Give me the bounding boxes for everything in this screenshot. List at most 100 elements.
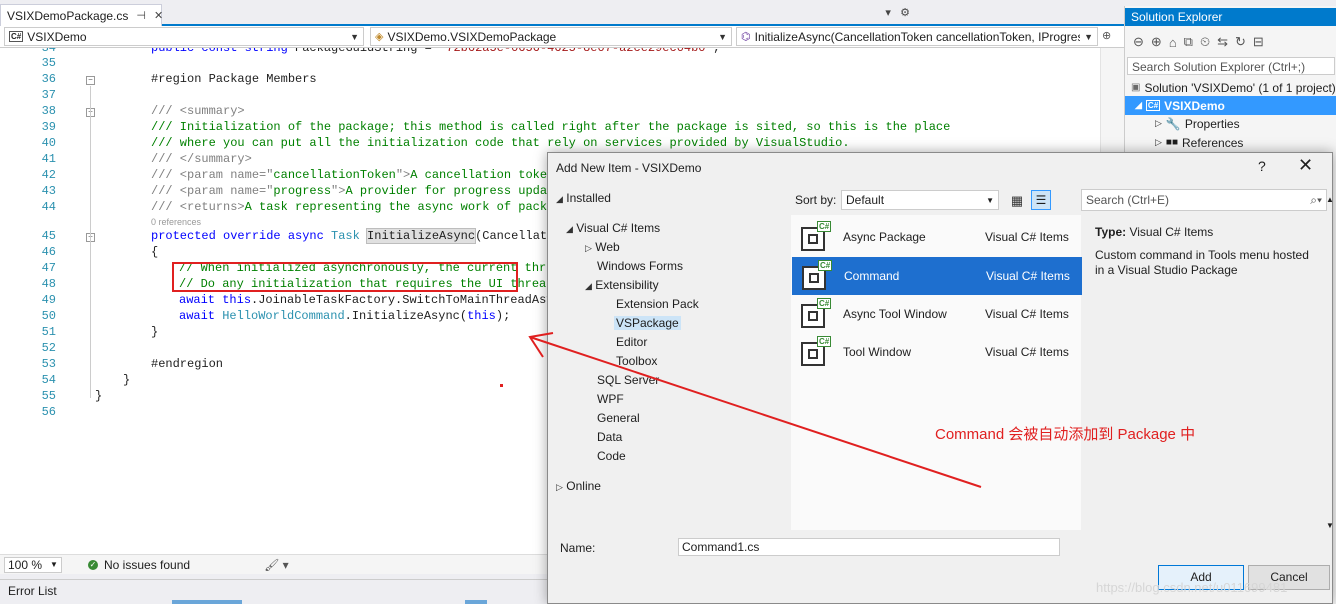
- tree-item-windows-forms[interactable]: Windows Forms: [597, 259, 683, 273]
- project-node-vsixdemo[interactable]: ◢ C# VSIXDemo: [1125, 96, 1336, 115]
- properties-node[interactable]: ▷ 🔧 Properties: [1125, 114, 1336, 133]
- help-button[interactable]: ?: [1258, 158, 1266, 174]
- tree-item-editor[interactable]: Editor: [616, 335, 647, 349]
- switch-views-icon[interactable]: ⧉: [1184, 34, 1193, 50]
- collapsed-arrow-icon: ▷: [1155, 118, 1162, 128]
- line-number: 38: [41, 104, 56, 118]
- tree-item-data[interactable]: Data: [597, 430, 622, 444]
- line-number: 49: [41, 293, 56, 307]
- references-node[interactable]: ▷ ■■ References: [1125, 133, 1336, 152]
- tree-item-code[interactable]: Code: [597, 449, 626, 463]
- collapse-all-icon[interactable]: ⊟: [1253, 34, 1264, 50]
- code-line: /// <param name="progress">A provider fo…: [151, 184, 562, 198]
- close-tab-icon[interactable]: ✕: [154, 9, 163, 22]
- pin-icon[interactable]: ⊣: [136, 9, 146, 22]
- template-category-tree: ◢ Installed ◢ Visual C# Items ▷ Web Wind…: [548, 183, 791, 528]
- template-item-async-package[interactable]: C# Async Package Visual C# Items: [791, 218, 1081, 256]
- annotation-dot: [500, 384, 503, 387]
- home-icon[interactable]: ⌂: [1169, 35, 1177, 50]
- outline-guide: [90, 86, 91, 398]
- expanded-arrow-icon: ◢: [556, 194, 563, 204]
- collapse-region-icon[interactable]: −: [86, 76, 95, 85]
- dialog-title: Add New Item - VSIXDemo: [556, 161, 702, 175]
- tree-item-installed[interactable]: ◢ Installed: [556, 191, 611, 205]
- code-line: /// <summary>: [151, 104, 245, 118]
- tree-item-toolbox[interactable]: Toolbox: [616, 354, 657, 368]
- tree-item-general[interactable]: General: [597, 411, 640, 425]
- line-number: 47: [41, 261, 56, 275]
- annotation-highlight-box: [172, 262, 518, 292]
- code-line-highlighted: await HelloWorldCommand.InitializeAsync(…: [179, 309, 511, 323]
- zoom-value: 100 %: [8, 557, 43, 572]
- line-number: 41: [41, 152, 56, 166]
- codelens-references[interactable]: 0 references: [151, 217, 201, 227]
- watermark: https://blog.csdn.net/u011699481: [1096, 580, 1288, 595]
- dialog-scroll-arrows[interactable]: ▲ ▼: [1326, 195, 1334, 531]
- template-item-command[interactable]: C# Command Visual C# Items: [792, 257, 1082, 295]
- tree-item-web[interactable]: ▷ Web: [585, 240, 620, 254]
- tree-item-visual-cs-items[interactable]: ◢ Visual C# Items: [566, 221, 660, 235]
- list-view-icon[interactable]: ☰: [1031, 190, 1051, 210]
- search-icon: ⌕▾: [1310, 192, 1322, 207]
- line-number: 40: [41, 136, 56, 150]
- chevron-down-icon: ▼: [718, 31, 727, 42]
- solution-label: Solution 'VSIXDemo' (1 of 1 project): [1144, 80, 1336, 95]
- tree-item-wpf[interactable]: WPF: [597, 392, 624, 406]
- annotation-text: Command 会被自动添加到 Package 中: [935, 426, 1196, 443]
- collapsed-arrow-icon: ▷: [556, 482, 563, 492]
- split-editor-icon[interactable]: ⊕: [1102, 29, 1111, 42]
- project-label: VSIXDemo: [1164, 98, 1225, 113]
- template-category: Visual C# Items: [985, 307, 1069, 321]
- forward-icon[interactable]: ⊕: [1151, 34, 1162, 50]
- close-button[interactable]: ✕: [1298, 155, 1313, 176]
- tab-title: VSIXDemoPackage.cs: [7, 8, 129, 23]
- template-icon: C#: [802, 260, 833, 290]
- template-icon: C#: [801, 298, 832, 328]
- type-dropdown[interactable]: ◈ VSIXDemo.VSIXDemoPackage ▼: [370, 27, 732, 46]
- tree-item-vspackage[interactable]: VSPackage: [614, 316, 681, 330]
- chevron-down-icon: ▼: [50, 560, 58, 569]
- template-item-async-tool-window[interactable]: C# Async Tool Window Visual C# Items: [791, 295, 1081, 333]
- tab-list-dropdown-icon[interactable]: ▾: [885, 7, 891, 19]
- scroll-down-icon[interactable]: ▼: [1326, 521, 1334, 530]
- sort-by-dropdown[interactable]: Default ▼: [841, 190, 999, 210]
- navigation-bar: C# VSIXDemo ▼ ◈ VSIXDemo.VSIXDemoPackage…: [0, 26, 1124, 48]
- line-number: 51: [41, 325, 56, 339]
- tree-label: Online: [566, 479, 601, 493]
- template-category: Visual C# Items: [985, 345, 1069, 359]
- refresh-icon[interactable]: ↻: [1235, 34, 1246, 50]
- code-cleanup-icon[interactable]: 🖌 ▾: [264, 558, 289, 572]
- zoom-dropdown[interactable]: 100 % ▼: [4, 556, 62, 573]
- code-line: /// <param name="cancellationToken">A ca…: [151, 168, 555, 182]
- code-line: {: [151, 245, 159, 259]
- line-number: 39: [41, 120, 56, 134]
- tree-item-sql-server[interactable]: SQL Server: [597, 373, 659, 387]
- project-dropdown[interactable]: C# VSIXDemo ▼: [4, 27, 364, 46]
- line-number: 44: [41, 200, 56, 214]
- solution-explorer-search[interactable]: Search Solution Explorer (Ctrl+;): [1127, 57, 1335, 75]
- template-search-input[interactable]: Search (Ctrl+E) ⌕▾: [1081, 189, 1327, 211]
- member-dropdown[interactable]: ⌬ InitializeAsync(CancellationToken canc…: [736, 27, 1098, 46]
- sync-icon[interactable]: ⇆: [1217, 34, 1228, 50]
- solution-node[interactable]: ▣ Solution 'VSIXDemo' (1 of 1 project): [1125, 78, 1336, 97]
- back-icon[interactable]: ⊖: [1133, 34, 1144, 50]
- name-input[interactable]: Command1.cs: [678, 538, 1060, 556]
- issues-indicator[interactable]: ✓ No issues found: [88, 558, 190, 572]
- tree-item-extension-pack[interactable]: Extension Pack: [616, 297, 699, 311]
- line-number: 52: [41, 341, 56, 355]
- template-item-tool-window[interactable]: C# Tool Window Visual C# Items: [791, 333, 1081, 371]
- collapsed-arrow-icon: ▷: [1155, 137, 1162, 147]
- expanded-arrow-icon: ◢: [585, 281, 592, 291]
- gear-icon[interactable]: ⚙: [900, 7, 910, 19]
- line-number: 48: [41, 277, 56, 291]
- scroll-up-icon[interactable]: ▲: [1326, 195, 1334, 204]
- class-icon: ◈: [375, 31, 384, 43]
- grid-view-icon[interactable]: ▦: [1008, 192, 1026, 210]
- template-category: Visual C# Items: [985, 230, 1069, 244]
- line-number: 50: [41, 309, 56, 323]
- tab-vsixdemopackage-cs[interactable]: VSIXDemoPackage.cs ⊣ ✕: [0, 4, 163, 26]
- references-label: References: [1182, 135, 1244, 150]
- tree-item-extensibility[interactable]: ◢ Extensibility: [585, 278, 659, 292]
- history-icon[interactable]: ⏲: [1200, 34, 1210, 50]
- tree-item-online[interactable]: ▷ Online: [556, 479, 601, 493]
